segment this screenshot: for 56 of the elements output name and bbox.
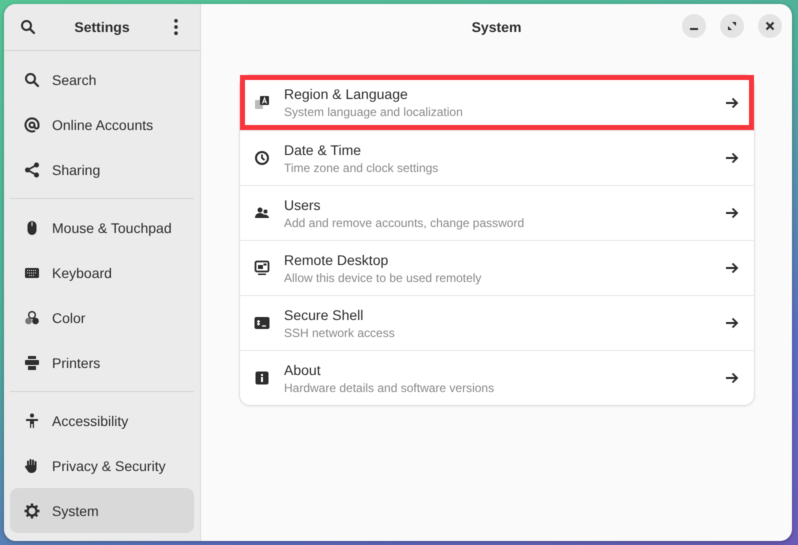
arrow-right-icon <box>724 150 740 166</box>
users-icon <box>254 205 270 221</box>
printer-icon <box>24 354 40 370</box>
settings-row[interactable]: Remote Desktop Allow this device to be used remotely <box>240 240 754 295</box>
maximize-button[interactable] <box>720 14 744 38</box>
search-icon <box>20 19 36 35</box>
sidebar-item[interactable]: Sharing <box>10 147 194 192</box>
sidebar-item[interactable]: Privacy & Security <box>10 443 194 488</box>
settings-row[interactable]: Users Add and remove accounts, change password <box>240 185 754 240</box>
settings-row[interactable]: Date & Time Time zone and clock settings <box>240 130 754 185</box>
row-subtitle: Hardware details and software versions <box>284 380 496 394</box>
circles-icon <box>24 310 40 326</box>
row-title: Date & Time <box>284 142 362 158</box>
row-subtitle: Allow this device to be used remotely <box>284 270 482 284</box>
search-icon <box>24 72 40 88</box>
sidebar-item[interactable]: System <box>10 488 194 533</box>
sidebar-item[interactable]: Printers <box>10 340 194 385</box>
maximize-icon <box>726 20 738 32</box>
person-icon <box>24 412 40 428</box>
language-icon <box>254 94 270 110</box>
clock-icon <box>254 150 270 166</box>
menu-icon <box>174 19 178 35</box>
at-sign-icon <box>24 116 40 132</box>
sidebar-item[interactable]: Mouse & Touchpad <box>10 205 194 250</box>
sidebar-title: Settings <box>74 19 130 35</box>
row-title: Secure Shell <box>284 306 364 322</box>
row-subtitle: Add and remove accounts, change password <box>284 216 526 230</box>
sidebar-item[interactable]: Keyboard <box>10 250 194 295</box>
row-subtitle: Time zone and clock settings <box>284 160 440 174</box>
terminal-icon <box>254 315 270 331</box>
share-icon <box>24 162 40 178</box>
row-subtitle: System language and localization <box>284 105 464 119</box>
arrow-right-icon <box>724 370 740 386</box>
arrow-right-icon <box>724 260 740 276</box>
sidebar-item[interactable]: Search <box>10 57 194 102</box>
row-title: Region & Language <box>284 86 409 102</box>
row-title: Users <box>284 196 322 212</box>
row-subtitle: SSH network access <box>284 326 396 340</box>
minimize-button[interactable] <box>682 14 706 38</box>
sidebar-item[interactable]: Color <box>10 295 194 340</box>
minimize-icon <box>690 28 698 30</box>
info-icon <box>254 370 270 386</box>
settings-icon <box>24 502 40 518</box>
page-title: System <box>472 19 522 35</box>
arrow-right-icon <box>724 205 740 221</box>
settings-row[interactable]: Secure Shell SSH network access <box>240 295 754 350</box>
sidebar-item[interactable]: Accessibility <box>10 398 194 443</box>
close-button[interactable] <box>758 14 782 38</box>
settings-row[interactable]: Region & Language System language and localization <box>240 75 754 130</box>
arrow-right-icon <box>724 315 740 331</box>
row-title: Remote Desktop <box>284 252 390 268</box>
sidebar-item[interactable]: Online Accounts <box>10 102 194 147</box>
row-title: About <box>284 362 322 378</box>
settings-row[interactable]: About Hardware details and software versions <box>240 350 754 405</box>
monitor-icon <box>254 260 270 276</box>
close-icon <box>764 20 776 32</box>
